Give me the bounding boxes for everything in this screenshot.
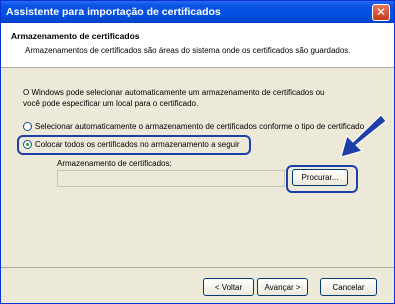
cancel-button[interactable]: Cancelar <box>320 278 377 296</box>
radio-manual-indicator[interactable] <box>23 140 32 149</box>
intro-text-line1: O Windows pode selecionar automaticament… <box>23 88 325 97</box>
intro-text-line2: você pode especificar um local para o ce… <box>23 99 199 108</box>
close-button[interactable]: ✕ <box>372 4 390 21</box>
cancel-button-label: Cancelar <box>332 282 365 292</box>
next-button-label: Avançar > <box>264 282 301 292</box>
radio-auto-select[interactable]: Selecionar automaticamente o armazenamen… <box>23 122 364 131</box>
next-button[interactable]: Avançar > <box>257 278 308 296</box>
store-label: Armazenamento de certificados: <box>57 159 172 168</box>
browse-button-label: Procurar... <box>301 173 339 182</box>
radio-manual-label: Colocar todos os certificados no armazen… <box>35 140 240 149</box>
title-bar[interactable]: Assistente para importação de certificad… <box>1 1 394 23</box>
back-button-label: < Voltar <box>214 282 243 292</box>
header-title: Armazenamento de certificados <box>11 31 140 41</box>
wizard-window: Assistente para importação de certificad… <box>0 0 395 304</box>
radio-auto-indicator[interactable] <box>23 122 32 131</box>
back-button[interactable]: < Voltar <box>203 278 254 296</box>
store-field <box>57 170 285 187</box>
header-subtitle: Armazenamentos de certificados são áreas… <box>25 46 351 55</box>
radio-auto-label: Selecionar automaticamente o armazenamen… <box>35 122 365 131</box>
wizard-header: Armazenamento de certificados Armazename… <box>1 23 394 68</box>
window-title: Assistente para importação de certificad… <box>6 6 221 18</box>
browse-button[interactable]: Procurar... <box>292 169 348 186</box>
radio-manual-select[interactable]: Colocar todos os certificados no armazen… <box>23 140 240 149</box>
close-icon: ✕ <box>375 5 387 19</box>
footer-divider <box>1 267 394 268</box>
pointer-arrow-icon <box>340 114 387 158</box>
